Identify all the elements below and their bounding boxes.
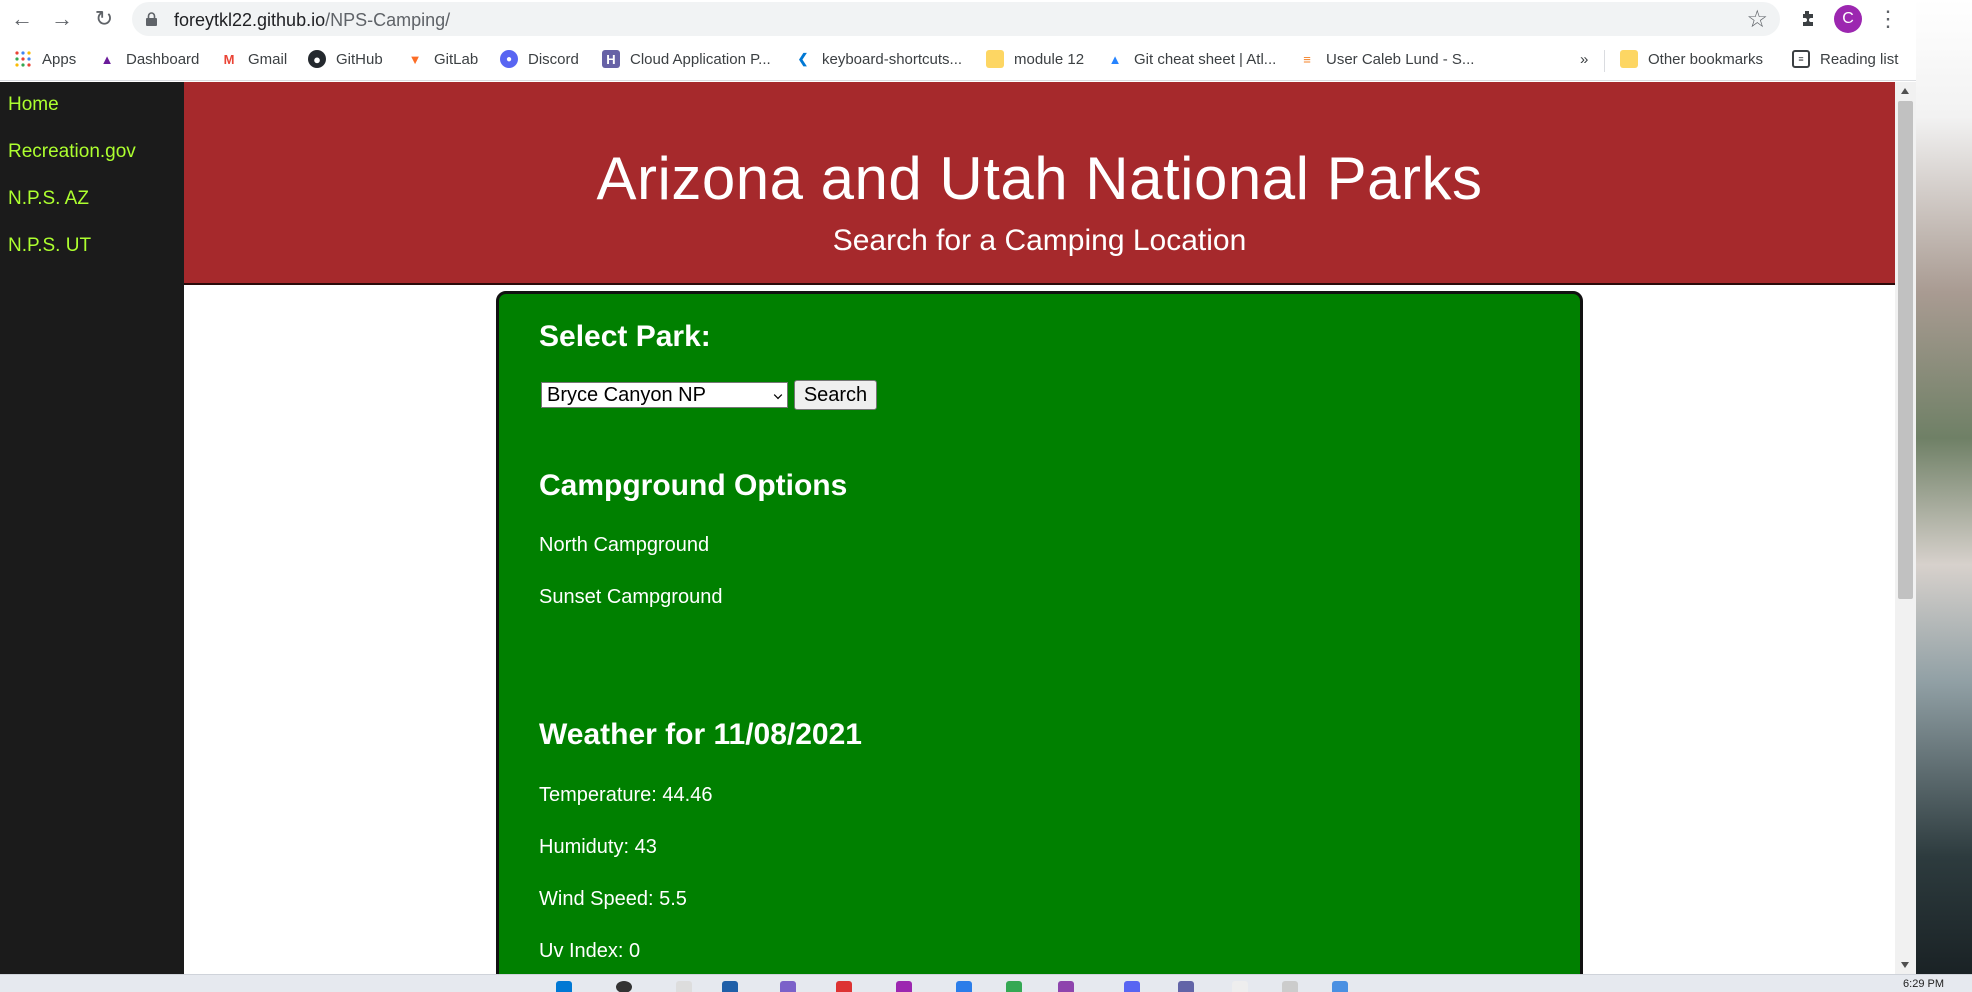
gitlab-icon: ▼ [408,51,422,67]
forward-icon[interactable]: → [46,4,78,34]
campground-options-heading: Campground Options [539,469,848,502]
bookmark-dashboard[interactable]: ▲ Dashboard [98,47,200,71]
app-icon[interactable] [1282,981,1298,992]
heroku-icon: H [602,50,620,68]
search-icon[interactable] [616,981,632,992]
bookmark-discord[interactable]: ● Discord [500,47,579,71]
weather-humidity: Humiduty: 43 [539,836,657,858]
app-icon[interactable] [836,981,852,992]
scroll-up-arrow-icon[interactable] [1901,88,1909,94]
discord-icon[interactable] [1124,981,1140,992]
profile-avatar[interactable]: C [1834,5,1862,33]
weather-heading: Weather for 11/08/2021 [539,718,862,751]
park-select-dropdown[interactable]: Bryce Canyon NP [541,382,788,408]
campground-item: Sunset Campground [539,586,723,608]
bookmark-label: GitHub [336,50,383,68]
reload-icon[interactable]: ↻ [88,4,120,34]
menu-kebab-icon[interactable]: ⋮ [1872,4,1904,34]
sidebar-link-nps-ut[interactable]: N.P.S. UT [8,235,91,257]
bookmark-label: Other bookmarks [1648,50,1764,68]
bookmarks-divider [1604,50,1605,72]
bookmark-git-cheat-sheet[interactable]: ▲ Git cheat sheet | Atl... [1106,47,1277,71]
search-button[interactable]: Search [794,380,877,410]
dashboard-icon: ▲ [100,51,114,67]
stackoverflow-icon: ≡ [1303,51,1311,67]
app-icon[interactable] [1332,981,1348,992]
bookmark-label: GitLab [434,50,479,68]
vscode-icon: ❮ [797,51,809,66]
url-path: /NPS-Camping/ [325,10,451,30]
app-icon[interactable] [1178,981,1194,992]
sidebar-link-home[interactable]: Home [8,94,59,116]
edge-icon[interactable] [956,981,972,992]
bookmark-apps[interactable]: Apps [14,47,76,71]
bookmark-label: Dashboard [126,50,200,68]
start-icon[interactable] [556,981,572,992]
bookmarks-bar: Apps ▲ Dashboard M Gmail ● GitHub ▼ GitL… [0,38,1916,81]
chrome-profile-icon[interactable] [896,981,912,992]
bookmark-label: User Caleb Lund - S... [1326,50,1475,68]
teams-icon[interactable] [780,981,796,992]
page-scrollbar[interactable] [1895,82,1916,974]
bookmark-label: keyboard-shortcuts... [822,50,963,68]
weather-wind-speed: Wind Speed: 5.5 [539,888,687,910]
back-icon[interactable]: ← [6,4,38,34]
bookmark-gmail[interactable]: M Gmail [220,47,288,71]
system-clock[interactable]: 6:29 PM [1903,978,1944,990]
bookmark-label: Apps [42,50,77,68]
more-bookmarks-chevron-icon[interactable]: » [1580,47,1588,71]
folder-icon [986,50,1004,68]
bookmark-module-12[interactable]: module 12 [986,47,1084,71]
url-host: foreytkl22.github.io [174,10,326,30]
desktop-wallpaper [1916,0,1972,974]
address-bar[interactable]: foreytkl22.github.io/NPS-Camping/ ☆ [132,2,1780,36]
page-title: Arizona and Utah National Parks [596,145,1483,212]
reading-list-button[interactable]: ≡ Reading list [1792,47,1898,71]
weather-temperature: Temperature: 44.46 [539,784,713,806]
extensions-puzzle-icon[interactable] [1792,4,1824,34]
apps-grid-icon [14,50,32,68]
discord-icon: ● [500,50,518,68]
browser-toolbar: ← → ↻ foreytkl22.github.io/NPS-Camping/ … [0,0,1916,38]
bookmark-cloud-application[interactable]: H Cloud Application P... [602,47,771,71]
github-icon: ● [308,50,326,68]
scroll-down-arrow-icon[interactable] [1901,962,1909,968]
weather-uv-index: Uv Index: 0 [539,940,641,962]
bookmark-user-caleb-lund[interactable]: ≡ User Caleb Lund - S... [1298,47,1474,71]
bookmark-other-bookmarks[interactable]: Other bookmarks [1620,47,1763,71]
bookmark-gitlab[interactable]: ▼ GitLab [406,47,479,71]
selected-park-value: Bryce Canyon NP [547,383,706,406]
bookmark-star-icon[interactable]: ☆ [1746,5,1768,34]
page-subtitle: Search for a Camping Location [832,224,1247,257]
gmail-icon: M [223,51,235,67]
bookmark-label: Gmail [248,50,288,68]
taskbar: 6:29 PM [0,974,1972,992]
campground-item: North Campground [539,534,710,556]
bookmark-label: Cloud Application P... [630,50,771,68]
bookmark-label: Discord [528,50,579,68]
scrollbar-thumb[interactable] [1898,101,1913,599]
app-icon[interactable] [1232,981,1248,992]
folder-icon [1620,50,1638,68]
sidebar-nav: Home Recreation.gov N.P.S. AZ N.P.S. UT [0,82,184,974]
atlassian-icon: ▲ [1108,51,1122,67]
page-header: Arizona and Utah National Parks Search f… [184,82,1895,285]
url-text: foreytkl22.github.io/NPS-Camping/ [174,10,450,31]
widgets-icon[interactable] [722,981,738,992]
reading-list-label: Reading list [1820,50,1899,68]
bookmark-label: module 12 [1014,50,1085,68]
bookmark-github[interactable]: ● GitHub [308,47,383,71]
bookmark-label: Git cheat sheet | Atl... [1134,50,1277,68]
app-icon[interactable] [1058,981,1074,992]
reading-list-icon: ≡ [1792,50,1810,68]
search-panel: Select Park: Bryce Canyon NP Search Camp… [496,291,1583,992]
sidebar-link-recreation-gov[interactable]: Recreation.gov [8,141,136,163]
task-view-icon[interactable] [676,981,692,992]
lock-icon [146,12,157,26]
bookmark-keyboard-shortcuts[interactable]: ❮ keyboard-shortcuts... [794,47,963,71]
select-park-heading: Select Park: [539,320,711,353]
app-icon[interactable] [1006,981,1022,992]
sidebar-link-nps-az[interactable]: N.P.S. AZ [8,188,89,210]
chevron-down-icon [773,390,783,400]
